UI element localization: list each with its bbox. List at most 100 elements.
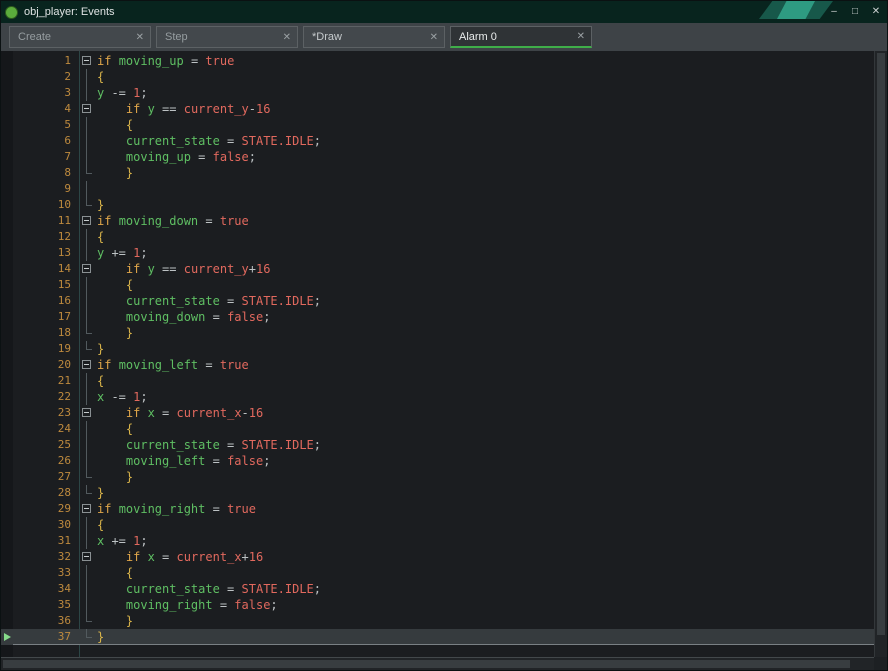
code-line[interactable]: 24 { (1, 421, 874, 437)
code-line[interactable]: 18 } (1, 325, 874, 341)
tab-close-icon[interactable]: ✕ (136, 32, 144, 43)
code-line[interactable]: 5 { (1, 117, 874, 133)
line-number[interactable]: 29 (13, 501, 79, 517)
line-number[interactable]: 28 (13, 485, 79, 501)
code-line[interactable]: 30 { (1, 517, 874, 533)
line-number[interactable]: 37 (13, 629, 79, 645)
line-number[interactable]: 21 (13, 373, 79, 389)
code-line[interactable]: 20 if moving_left = true (1, 357, 874, 373)
code-line[interactable]: 17 moving_down = false; (1, 309, 874, 325)
line-number[interactable]: 9 (13, 181, 79, 197)
line-number[interactable]: 13 (13, 245, 79, 261)
code-line[interactable]: 15 { (1, 277, 874, 293)
line-number[interactable]: 18 (13, 325, 79, 341)
fold-toggle-icon[interactable] (79, 501, 95, 517)
line-number[interactable]: 24 (13, 421, 79, 437)
tab-draw[interactable]: *Draw ✕ (303, 26, 445, 48)
line-number[interactable]: 4 (13, 101, 79, 117)
code-line[interactable]: 12 { (1, 229, 874, 245)
line-number[interactable]: 22 (13, 389, 79, 405)
line-number[interactable]: 5 (13, 117, 79, 133)
code-line[interactable]: 19} (1, 341, 874, 357)
line-number[interactable]: 15 (13, 277, 79, 293)
line-number[interactable]: 26 (13, 453, 79, 469)
code-line[interactable]: 28} (1, 485, 874, 501)
line-number[interactable]: 35 (13, 597, 79, 613)
fold-toggle-icon[interactable] (79, 213, 95, 229)
code-editor[interactable]: 1 if moving_up = true 2{3 y -= 1; 4 if y == … (1, 51, 887, 670)
fold-guide (79, 485, 95, 501)
line-number[interactable]: 10 (13, 197, 79, 213)
fold-toggle-icon[interactable] (79, 405, 95, 421)
line-number[interactable]: 2 (13, 69, 79, 85)
code-line[interactable]: 7 moving_up = false; (1, 149, 874, 165)
line-number[interactable]: 32 (13, 549, 79, 565)
code-line[interactable]: 31 x += 1; (1, 533, 874, 549)
horizontal-scrollbar[interactable] (1, 657, 874, 670)
code-line[interactable]: 25 current_state = STATE.IDLE; (1, 437, 874, 453)
tab-close-icon[interactable]: ✕ (430, 32, 438, 43)
line-number[interactable]: 27 (13, 469, 79, 485)
close-button-icon[interactable]: ✕ (869, 5, 883, 19)
code-line[interactable]: 1 if moving_up = true (1, 53, 874, 69)
code-line[interactable]: 22 x -= 1; (1, 389, 874, 405)
tab-step[interactable]: Step ✕ (156, 26, 298, 48)
vertical-scrollbar-thumb[interactable] (877, 53, 885, 635)
code-line[interactable]: 27 } (1, 469, 874, 485)
line-number[interactable]: 34 (13, 581, 79, 597)
fold-toggle-icon[interactable] (79, 549, 95, 565)
line-number[interactable]: 25 (13, 437, 79, 453)
code-line[interactable]: 32 if x = current_x+16 (1, 549, 874, 565)
code-line[interactable]: 21 { (1, 373, 874, 389)
code-line[interactable]: 6 current_state = STATE.IDLE; (1, 133, 874, 149)
code-line[interactable]: 36 } (1, 613, 874, 629)
line-number[interactable]: 12 (13, 229, 79, 245)
maximize-button-icon[interactable]: □ (848, 5, 862, 19)
line-number[interactable]: 16 (13, 293, 79, 309)
minimize-button-icon[interactable]: – (827, 5, 841, 19)
tab-close-icon[interactable]: ✕ (577, 31, 585, 42)
line-number[interactable]: 14 (13, 261, 79, 277)
code-line[interactable]: 8 } (1, 165, 874, 181)
line-number[interactable]: 7 (13, 149, 79, 165)
line-number[interactable]: 6 (13, 133, 79, 149)
code-line[interactable]: 11 if moving_down = true (1, 213, 874, 229)
line-number[interactable]: 1 (13, 53, 79, 69)
code-line[interactable]: 2{ (1, 69, 874, 85)
code-line[interactable]: 23 if x = current_x-16 (1, 405, 874, 421)
line-number[interactable]: 19 (13, 341, 79, 357)
code-line[interactable]: 35 moving_right = false; (1, 597, 874, 613)
line-number[interactable]: 20 (13, 357, 79, 373)
line-number[interactable]: 17 (13, 309, 79, 325)
line-number[interactable]: 33 (13, 565, 79, 581)
line-number[interactable]: 30 (13, 517, 79, 533)
code-line[interactable]: 16 current_state = STATE.IDLE; (1, 293, 874, 309)
code-line[interactable]: 13 y += 1; (1, 245, 874, 261)
fold-toggle-icon[interactable] (79, 357, 95, 373)
vertical-scrollbar[interactable] (874, 51, 887, 657)
line-number[interactable]: 23 (13, 405, 79, 421)
fold-toggle-icon[interactable] (79, 101, 95, 117)
code-line[interactable]: 33 { (1, 565, 874, 581)
code-line[interactable]: 9 (1, 181, 874, 197)
fold-toggle-icon[interactable] (79, 261, 95, 277)
horizontal-scrollbar-thumb[interactable] (3, 660, 850, 668)
line-number[interactable]: 3 (13, 85, 79, 101)
fold-toggle-icon[interactable] (79, 53, 95, 69)
code-line[interactable]: 10} (1, 197, 874, 213)
code-line[interactable]: 4 if y == current_y-16 (1, 101, 874, 117)
code-line[interactable]: 3 y -= 1; (1, 85, 874, 101)
tab-close-icon[interactable]: ✕ (283, 32, 291, 43)
tab-create[interactable]: Create ✕ (9, 26, 151, 48)
code-line[interactable]: 34 current_state = STATE.IDLE; (1, 581, 874, 597)
titlebar[interactable]: obj_player: Events – □ ✕ (1, 1, 887, 23)
code-line[interactable]: 37} (1, 629, 874, 645)
line-number[interactable]: 11 (13, 213, 79, 229)
code-line[interactable]: 26 moving_left = false; (1, 453, 874, 469)
line-number[interactable]: 31 (13, 533, 79, 549)
line-number[interactable]: 36 (13, 613, 79, 629)
tab-alarm-0[interactable]: Alarm 0 ✕ (450, 26, 592, 48)
code-line[interactable]: 29 if moving_right = true (1, 501, 874, 517)
code-line[interactable]: 14 if y == current_y+16 (1, 261, 874, 277)
line-number[interactable]: 8 (13, 165, 79, 181)
